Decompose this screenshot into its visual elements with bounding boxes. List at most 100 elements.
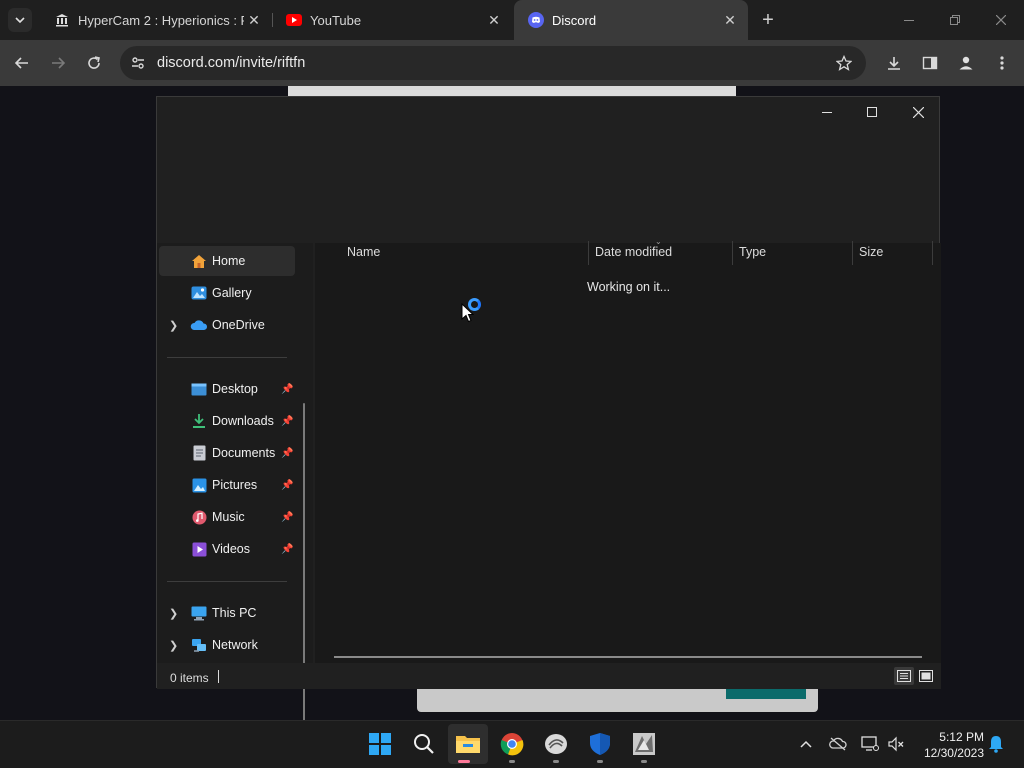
pin-icon[interactable]: 📌: [281, 448, 293, 459]
tab-hypercam[interactable]: HyperCam 2 : Hyperionics : Free ✕: [40, 4, 272, 36]
pin-icon[interactable]: 📌: [281, 416, 293, 427]
tab-title: Discord: [552, 12, 597, 28]
close-window-button[interactable]: [978, 6, 1024, 34]
close-icon: [996, 15, 1006, 25]
side-panel-icon: [922, 56, 938, 70]
search-icon: [414, 734, 434, 754]
nav-item-music[interactable]: Music 📌: [159, 502, 295, 532]
app-icon: [545, 734, 567, 754]
defender-icon: [590, 733, 610, 755]
site-info-button[interactable]: [124, 49, 152, 77]
taskbar-app[interactable]: [536, 724, 576, 764]
taskbar-chrome[interactable]: [492, 724, 532, 764]
column-separator[interactable]: [732, 241, 733, 265]
close-icon: [912, 106, 924, 118]
download-icon: [888, 57, 900, 70]
close-icon[interactable]: ✕: [484, 10, 504, 30]
column-separator[interactable]: [852, 241, 853, 265]
close-icon[interactable]: ✕: [720, 10, 740, 30]
nav-item-home[interactable]: Home: [159, 246, 295, 276]
nav-scrollbar[interactable]: [303, 403, 305, 763]
cloud-icon: [190, 317, 208, 333]
menu-button[interactable]: [988, 49, 1016, 77]
column-separator[interactable]: [932, 241, 933, 265]
clock[interactable]: 5:12 PM 12/30/2023: [914, 729, 984, 761]
minimize-button[interactable]: [886, 6, 932, 34]
pin-icon[interactable]: 📌: [281, 384, 293, 395]
pin-icon[interactable]: 📌: [281, 512, 293, 523]
dialog-close-button[interactable]: [895, 97, 941, 127]
taskbar-defender[interactable]: [580, 724, 620, 764]
nav-item-downloads[interactable]: Downloads 📌: [159, 406, 295, 436]
dialog-minimize-button[interactable]: [804, 97, 850, 127]
pin-icon[interactable]: 📌: [281, 544, 293, 555]
chevron-right-icon[interactable]: ❯: [169, 607, 179, 620]
nav-item-desktop[interactable]: Desktop 📌: [159, 374, 295, 404]
nav-item-onedrive[interactable]: ❯ OneDrive: [159, 310, 295, 340]
reload-button[interactable]: [80, 49, 108, 77]
tune-icon: [132, 57, 144, 69]
chevron-up-icon: [800, 740, 812, 748]
nav-item-network[interactable]: ❯ Network: [159, 630, 295, 660]
running-indicator: [458, 760, 470, 763]
tab-discord[interactable]: Discord ✕: [514, 0, 748, 40]
chrome-icon: [500, 733, 524, 756]
search-button[interactable]: [404, 724, 444, 764]
cloud-offline-icon: [829, 737, 847, 751]
discord-icon: [528, 12, 544, 28]
nav-label: Documents: [212, 446, 276, 460]
url-text[interactable]: discord.com/invite/riftfn: [157, 55, 305, 71]
new-tab-button[interactable]: +: [756, 8, 780, 32]
taskbar-game[interactable]: [624, 724, 664, 764]
start-button[interactable]: [360, 724, 400, 764]
nav-item-documents[interactable]: Documents 📌: [159, 438, 295, 468]
dialog-maximize-button[interactable]: [849, 97, 895, 127]
chevron-right-icon[interactable]: ❯: [169, 319, 179, 332]
details-view-button[interactable]: [894, 667, 914, 685]
tab-youtube[interactable]: YouTube ✕: [272, 4, 512, 36]
profile-button[interactable]: [952, 49, 980, 77]
chevron-right-icon[interactable]: ❯: [169, 639, 179, 652]
nav-item-this-pc[interactable]: ❯ This PC: [159, 598, 295, 628]
pin-icon[interactable]: 📌: [281, 480, 293, 491]
item-count: 0 items: [170, 671, 209, 685]
restore-button[interactable]: [932, 6, 978, 34]
show-hidden-icons-button[interactable]: [796, 734, 816, 754]
nav-item-pictures[interactable]: Pictures 📌: [159, 470, 295, 500]
windows-start-icon: [369, 733, 391, 755]
column-header-date-modified[interactable]: Date modified: [595, 245, 672, 259]
column-separator[interactable]: [588, 241, 589, 265]
minimize-icon: [904, 20, 914, 21]
star-icon: [836, 55, 852, 71]
notifications-button[interactable]: [986, 734, 1006, 754]
nav-label: OneDrive: [212, 318, 265, 332]
column-header-size[interactable]: Size: [859, 245, 883, 259]
volume-tray-button[interactable]: [886, 734, 906, 754]
gallery-icon: [190, 285, 208, 301]
onedrive-tray-button[interactable]: [828, 734, 848, 754]
column-header-name[interactable]: Name: [347, 245, 380, 259]
forward-button[interactable]: [44, 49, 72, 77]
bookmark-button[interactable]: [830, 49, 858, 77]
tiles-view-button[interactable]: [916, 667, 936, 685]
tab-title: HyperCam 2 : Hyperionics : Free: [78, 12, 244, 28]
nav-item-videos[interactable]: Videos 📌: [159, 534, 295, 564]
network-tray-button[interactable]: [860, 734, 880, 754]
side-panel-button[interactable]: [916, 49, 944, 77]
close-icon[interactable]: ✕: [244, 10, 264, 30]
nav-label: Pictures: [212, 478, 258, 492]
tab-search-button[interactable]: [8, 8, 32, 32]
nav-label: This PC: [212, 606, 257, 620]
horizontal-scrollbar[interactable]: [334, 656, 922, 658]
back-button[interactable]: [8, 49, 36, 77]
computer-icon: [190, 605, 208, 621]
nav-item-gallery[interactable]: Gallery: [159, 278, 295, 308]
downloads-button[interactable]: [880, 49, 908, 77]
download-icon: [190, 413, 208, 429]
running-indicator: [509, 760, 515, 763]
file-explorer-icon: [456, 736, 480, 753]
column-header-type[interactable]: Type: [739, 245, 766, 259]
network-icon: [190, 637, 208, 653]
taskbar-file-explorer[interactable]: [448, 724, 488, 764]
nav-divider: [167, 357, 287, 358]
